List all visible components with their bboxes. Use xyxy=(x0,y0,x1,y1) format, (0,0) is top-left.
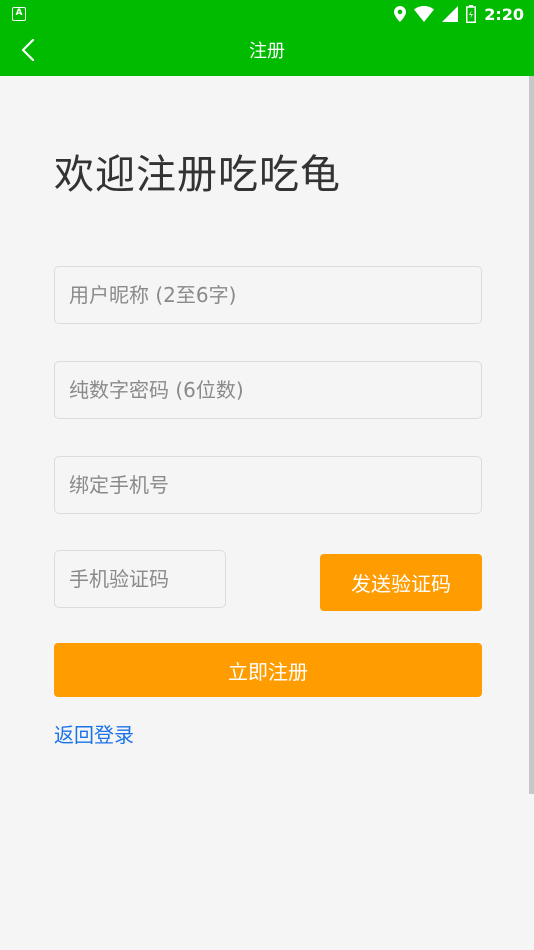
nickname-input[interactable] xyxy=(54,266,482,324)
send-code-label: 发送验证码 xyxy=(351,572,451,596)
page-title: 注册 xyxy=(249,41,285,62)
battery-icon xyxy=(466,5,477,23)
location-icon xyxy=(394,6,407,22)
status-time: 2:20 xyxy=(484,4,524,24)
register-label: 立即注册 xyxy=(228,659,308,684)
wifi-icon xyxy=(414,6,435,22)
verification-code-input[interactable] xyxy=(54,550,226,608)
a-icon: A xyxy=(12,7,26,21)
status-icons: 2:20 xyxy=(394,0,524,28)
signal-icon xyxy=(442,6,459,22)
register-button[interactable]: 立即注册 xyxy=(54,643,482,697)
scrollbar[interactable] xyxy=(529,76,534,794)
status-bar: A 2:20 xyxy=(0,0,534,28)
send-code-button[interactable]: 发送验证码 xyxy=(320,554,482,611)
app-bar: 注册 xyxy=(0,28,534,76)
password-input[interactable] xyxy=(54,361,482,419)
phone-input[interactable] xyxy=(54,456,482,514)
welcome-heading: 欢迎注册吃吃龟 xyxy=(54,152,341,198)
back-to-login-link[interactable]: 返回登录 xyxy=(54,719,134,748)
